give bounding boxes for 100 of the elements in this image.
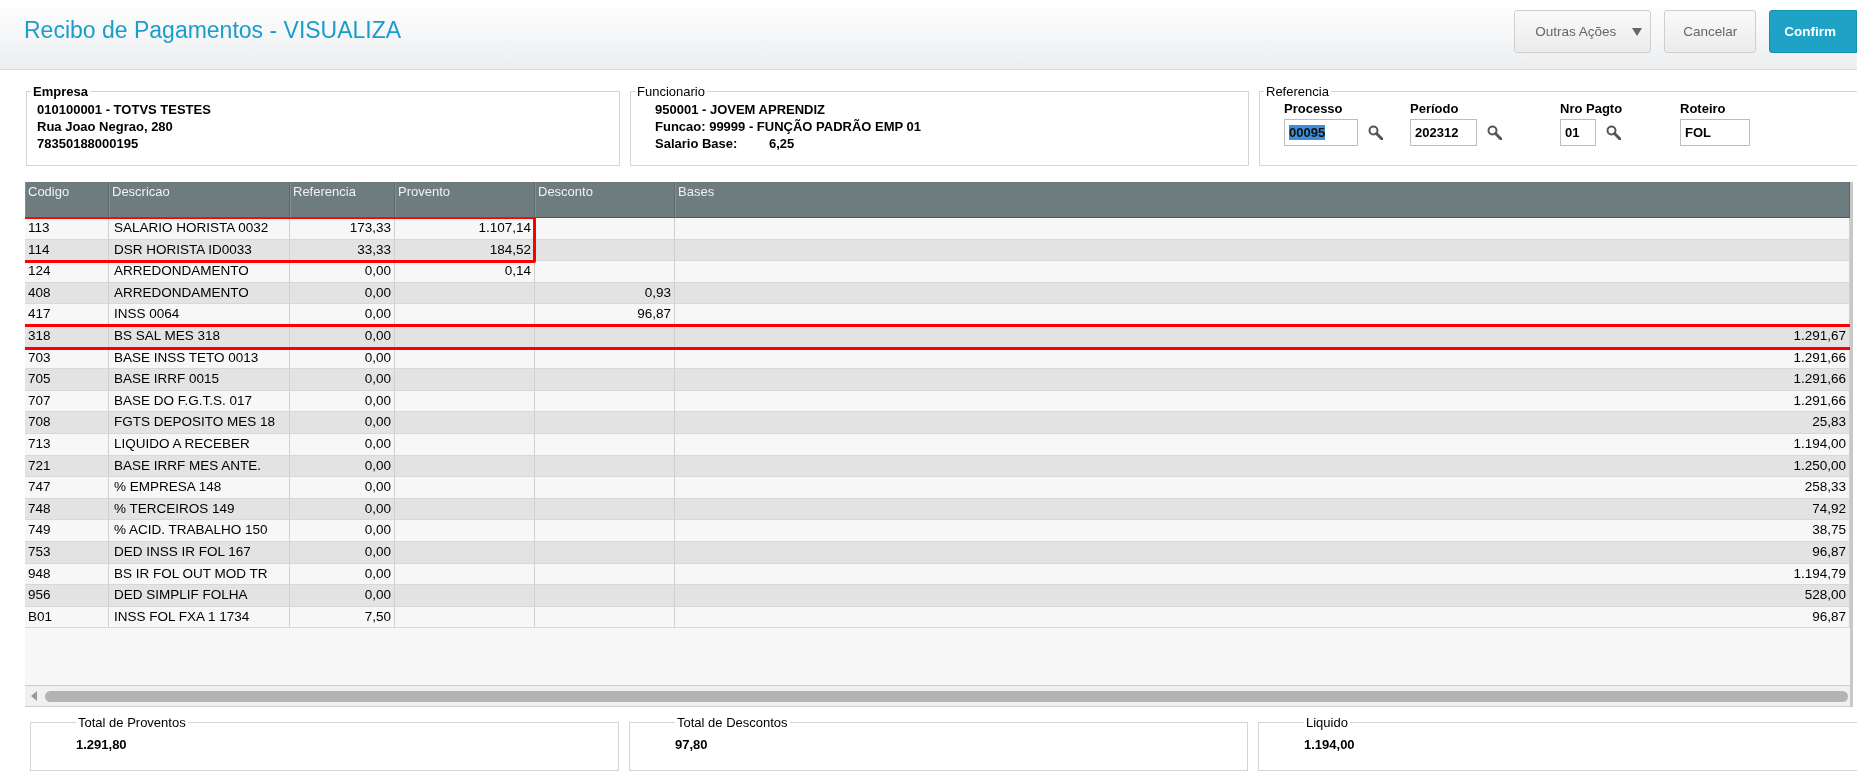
table-cell: 528,00 bbox=[675, 585, 1850, 606]
table-row[interactable]: 124 ARREDONDAMENTO 0,00 0,14 bbox=[25, 261, 1850, 283]
table-cell: LIQUIDO A RECEBER bbox=[109, 433, 290, 455]
table-cell: 1.291,67 bbox=[675, 325, 1850, 347]
field-label: Nro Pagto bbox=[1560, 101, 1624, 116]
table-cell: 96,87 bbox=[535, 304, 675, 325]
company-info-text: 78350188000195 bbox=[37, 135, 140, 152]
table-row[interactable]: 749 % ACID. TRABALHO 150 0,00 38,75 bbox=[25, 520, 1850, 542]
input-field[interactable]: 00095 bbox=[1284, 119, 1358, 146]
table-row[interactable]: 408 ARREDONDAMENTO 0,00 0,93 bbox=[25, 282, 1850, 305]
table-cell: 173,33 bbox=[290, 218, 395, 239]
table-row[interactable]: 114 DSR HORISTA ID0033 33,33 184,52 bbox=[25, 239, 1850, 262]
field-label: Processo bbox=[1284, 101, 1344, 116]
panel-legend: Empresa bbox=[31, 84, 90, 99]
input-field[interactable]: FOL bbox=[1680, 119, 1750, 146]
table-cell: 38,75 bbox=[675, 520, 1850, 541]
horizontal-scrollbar[interactable] bbox=[25, 685, 1850, 707]
table-row[interactable]: 318 BS SAL MES 318 0,00 1.291,67 bbox=[25, 325, 1850, 348]
total-value: 1.194,00 bbox=[1304, 736, 1356, 753]
table-cell: 25,83 bbox=[675, 412, 1850, 433]
table-cell: INSS 0064 bbox=[109, 304, 290, 325]
table-cell: 96,87 bbox=[675, 541, 1850, 563]
table-cell: BASE INSS TETO 0013 bbox=[109, 347, 290, 369]
table-cell: 0,00 bbox=[290, 304, 395, 325]
table-cell: DED SIMPLIF FOLHA bbox=[109, 585, 290, 606]
table-cell: 721 bbox=[25, 455, 109, 477]
table-row[interactable]: 753 DED INSS IR FOL 167 0,00 96,87 bbox=[25, 541, 1850, 564]
table-cell: ARREDONDAMENTO bbox=[109, 261, 290, 282]
page-title: Recibo de Pagamentos - VISUALIZA bbox=[24, 17, 403, 44]
salary-label: Salario Base: bbox=[655, 135, 739, 152]
field-label: Período bbox=[1410, 101, 1460, 116]
total-label: Total de Proventos bbox=[77, 715, 187, 730]
search-icon[interactable] bbox=[1487, 125, 1502, 140]
table-cell: 956 bbox=[25, 585, 109, 606]
table-cell: 1.194,79 bbox=[675, 563, 1850, 585]
table-cell: INSS FOL FXA 1 1734 bbox=[109, 606, 290, 628]
table-cell: 1.194,00 bbox=[675, 433, 1850, 455]
column-header[interactable]: Codigo bbox=[25, 182, 109, 217]
table-cell: 1.291,66 bbox=[675, 369, 1850, 390]
table-row[interactable]: 956 DED SIMPLIF FOLHA 0,00 528,00 bbox=[25, 585, 1850, 607]
table-cell: 747 bbox=[25, 477, 109, 498]
input-field[interactable]: 202312 bbox=[1410, 119, 1477, 146]
table-cell: 0,00 bbox=[290, 282, 395, 304]
table-cell: 705 bbox=[25, 369, 109, 390]
table-cell: ARREDONDAMENTO bbox=[109, 282, 290, 304]
table-cell: 753 bbox=[25, 541, 109, 563]
company-info-text: 010100001 - TOTVS TESTES bbox=[37, 101, 212, 118]
table-row[interactable]: B01 INSS FOL FXA 1 1734 7,50 96,87 bbox=[25, 606, 1850, 629]
table-cell: 708 bbox=[25, 412, 109, 433]
table-row[interactable]: 721 BASE IRRF MES ANTE. 0,00 1.250,00 bbox=[25, 455, 1850, 478]
table-cell: 0,00 bbox=[290, 347, 395, 369]
table-cell: 713 bbox=[25, 433, 109, 455]
table-cell: % EMPRESA 148 bbox=[109, 477, 290, 498]
table-cell: 0,00 bbox=[290, 433, 395, 455]
table-cell: FGTS DEPOSITO MES 18 bbox=[109, 412, 290, 433]
table-cell: 0,93 bbox=[535, 282, 675, 304]
table-cell: 1.250,00 bbox=[675, 455, 1850, 477]
table-cell: 703 bbox=[25, 347, 109, 369]
more-actions-button[interactable]: Outras Ações bbox=[1514, 10, 1652, 53]
total-label: Total de Descontos bbox=[676, 715, 789, 730]
column-header[interactable]: Provento bbox=[395, 182, 535, 217]
table-row[interactable]: 748 % TERCEIROS 149 0,00 74,92 bbox=[25, 498, 1850, 521]
table-row[interactable]: 747 % EMPRESA 148 0,00 258,33 bbox=[25, 477, 1850, 499]
column-header[interactable]: Bases bbox=[675, 182, 1850, 217]
table-cell: 124 bbox=[25, 261, 109, 282]
table-cell: 0,00 bbox=[290, 325, 395, 347]
table-cell: 0,00 bbox=[290, 261, 395, 282]
table-cell: 1.291,66 bbox=[675, 347, 1850, 369]
input-field[interactable]: 01 bbox=[1560, 119, 1596, 146]
column-header[interactable]: Descricao bbox=[109, 182, 290, 217]
total-value: 1.291,80 bbox=[76, 736, 128, 753]
table-cell: 33,33 bbox=[290, 239, 395, 261]
table-cell: 749 bbox=[25, 520, 109, 541]
panel-legend: Referencia bbox=[1264, 84, 1331, 99]
caret-icon bbox=[1632, 27, 1643, 36]
table-row[interactable]: 713 LIQUIDO A RECEBER 0,00 1.194,00 bbox=[25, 433, 1850, 456]
total-label: Liquido bbox=[1305, 715, 1349, 730]
table-row[interactable]: 417 INSS 0064 0,00 96,87 bbox=[25, 304, 1850, 326]
table-cell: B01 bbox=[25, 606, 109, 628]
table-row[interactable]: 708 FGTS DEPOSITO MES 18 0,00 25,83 bbox=[25, 412, 1850, 434]
table-cell: DED INSS IR FOL 167 bbox=[109, 541, 290, 563]
table-row[interactable]: 707 BASE DO F.G.T.S. 017 0,00 1.291,66 bbox=[25, 390, 1850, 413]
table-row[interactable]: 705 BASE IRRF 0015 0,00 1.291,66 bbox=[25, 369, 1850, 391]
table-row[interactable]: 113 SALARIO HORISTA 0032 173,33 1.107,14 bbox=[25, 218, 1850, 240]
column-header[interactable]: Desconto bbox=[535, 182, 675, 217]
column-header[interactable]: Referencia bbox=[290, 182, 395, 217]
table-cell: 1.107,14 bbox=[395, 218, 535, 239]
table-cell: 258,33 bbox=[675, 477, 1850, 498]
search-icon[interactable] bbox=[1606, 125, 1621, 140]
employee-info-text: Funcao: 99999 - FUNÇÃO PADRÃO EMP 01 bbox=[654, 118, 923, 135]
table-cell: 0,00 bbox=[290, 498, 395, 520]
search-icon[interactable] bbox=[1368, 125, 1383, 140]
table-cell: 748 bbox=[25, 498, 109, 520]
table-cell: % ACID. TRABALHO 150 bbox=[109, 520, 290, 541]
table-cell: 0,00 bbox=[290, 412, 395, 433]
panel-legend: Funcionario bbox=[635, 84, 707, 99]
table-cell: 707 bbox=[25, 390, 109, 412]
table-row[interactable]: 948 BS IR FOL OUT MOD TR 0,00 1.194,79 bbox=[25, 563, 1850, 586]
cancel-button[interactable]: Cancelar bbox=[1664, 10, 1757, 53]
table-cell: 0,00 bbox=[290, 541, 395, 563]
